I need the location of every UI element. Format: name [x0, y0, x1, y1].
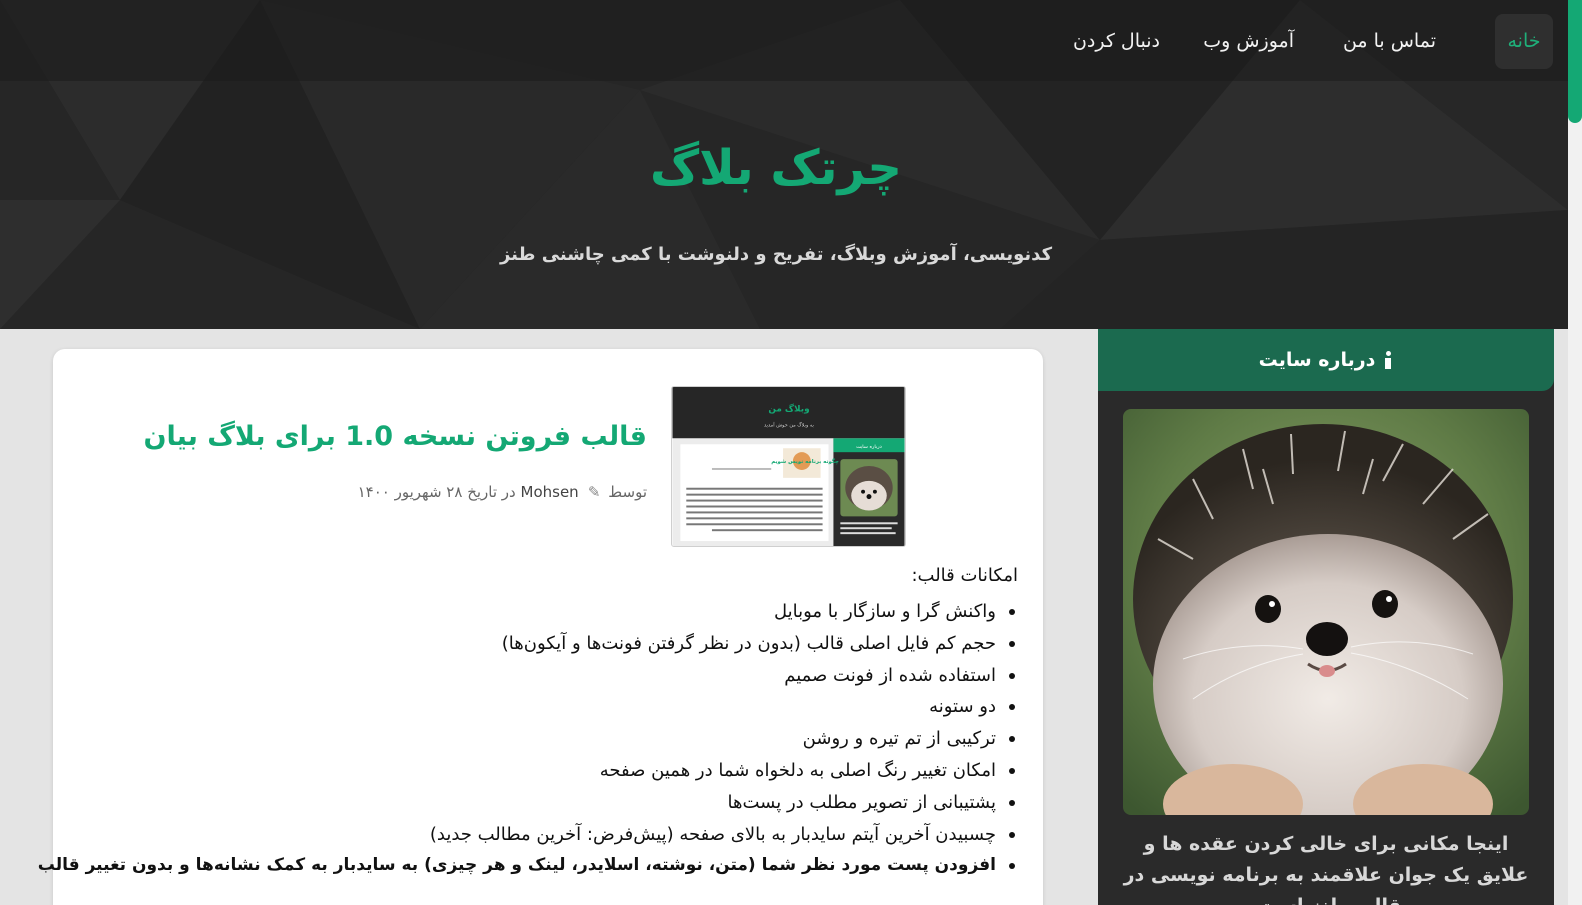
list-item: چسبیدن آخرین آیتم سایدبار به بالای صفحه … — [38, 819, 1018, 851]
info-icon — [1383, 351, 1393, 369]
sidebar: درباره سایت اینجا مکانی برای خالی کردن ع… — [1098, 329, 1554, 905]
scrollbar-thumb[interactable] — [1568, 0, 1582, 123]
post-date: در تاریخ ۲۸ شهریور ۱۴۰۰ — [357, 483, 516, 501]
list-item: افزودن پست مورد نظر شما (متن، نوشته، اسل… — [38, 850, 1018, 882]
list-item: حجم کم فایل اصلی قالب (بدون در نظر گرفتن… — [38, 628, 1018, 660]
site-header: خانه تماس با من آموزش وب دنبال کردن چرتک… — [0, 0, 1568, 329]
features-list: واکنش گرا و سازگار با موبایل حجم کم فایل… — [38, 596, 1018, 882]
post-card: وبلاگ من به وبلاگ من خوش آمدید درباره سا… — [38, 349, 1043, 905]
nav-item-contact[interactable]: تماس با من — [1343, 14, 1436, 69]
thumb-blog-title: وبلاگ من — [768, 403, 809, 415]
hedgehog-photo — [1123, 409, 1529, 815]
post-meta-by: توسط — [608, 483, 647, 501]
scrollbar-track[interactable] — [1568, 0, 1582, 905]
thumb-post-title: چگونه برنامه نویس شویم — [771, 458, 839, 465]
pen-icon: ✎ — [587, 483, 601, 501]
post-title[interactable]: قالب فروتن نسخه 1.0 برای بلاگ بیان — [144, 421, 648, 452]
sidebar-about-text: اینجا مکانی برای خالی کردن عقده ها و علا… — [1123, 833, 1529, 905]
site-tagline: کدنویسی، آموزش وبلاگ، تفریح و دلنوشت با … — [499, 244, 1053, 265]
list-item: پشتیبانی از تصویر مطلب در پست‌ها — [38, 787, 1018, 819]
sidebar-widget-header: درباره سایت — [1098, 329, 1554, 391]
post-thumbnail[interactable]: وبلاگ من به وبلاگ من خوش آمدید درباره سا… — [671, 386, 906, 547]
list-item: ترکیبی از تم تیره و روشن — [38, 723, 1018, 755]
site-title[interactable]: چرتک بلاگ — [0, 140, 1552, 196]
thumb-blog-subtitle: به وبلاگ من خوش آمدید — [764, 422, 814, 429]
list-item: واکنش گرا و سازگار با موبایل — [38, 596, 1018, 628]
features-title: امکانات قالب: — [911, 565, 1018, 586]
thumb-sidebar-head: درباره سایت — [856, 444, 882, 450]
sidebar-widget-title: درباره سایت — [1258, 349, 1376, 371]
list-item: استفاده شده از فونت صمیم — [38, 660, 1018, 692]
nav-item-follow[interactable]: دنبال کردن — [1073, 14, 1160, 69]
nav-item-home[interactable]: خانه — [1495, 14, 1553, 69]
main-nav: خانه تماس با من آموزش وب دنبال کردن — [0, 0, 1568, 81]
nav-item-web-tutorial[interactable]: آموزش وب — [1203, 14, 1294, 69]
post-author[interactable]: Mohsen — [521, 483, 579, 501]
list-item: امکان تغییر رنگ اصلی به دلخواه شما در هم… — [38, 755, 1018, 787]
list-item: دو ستونه — [38, 691, 1018, 723]
post-meta: توسط ✎ Mohsen در تاریخ ۲۸ شهریور ۱۴۰۰ — [358, 483, 647, 501]
